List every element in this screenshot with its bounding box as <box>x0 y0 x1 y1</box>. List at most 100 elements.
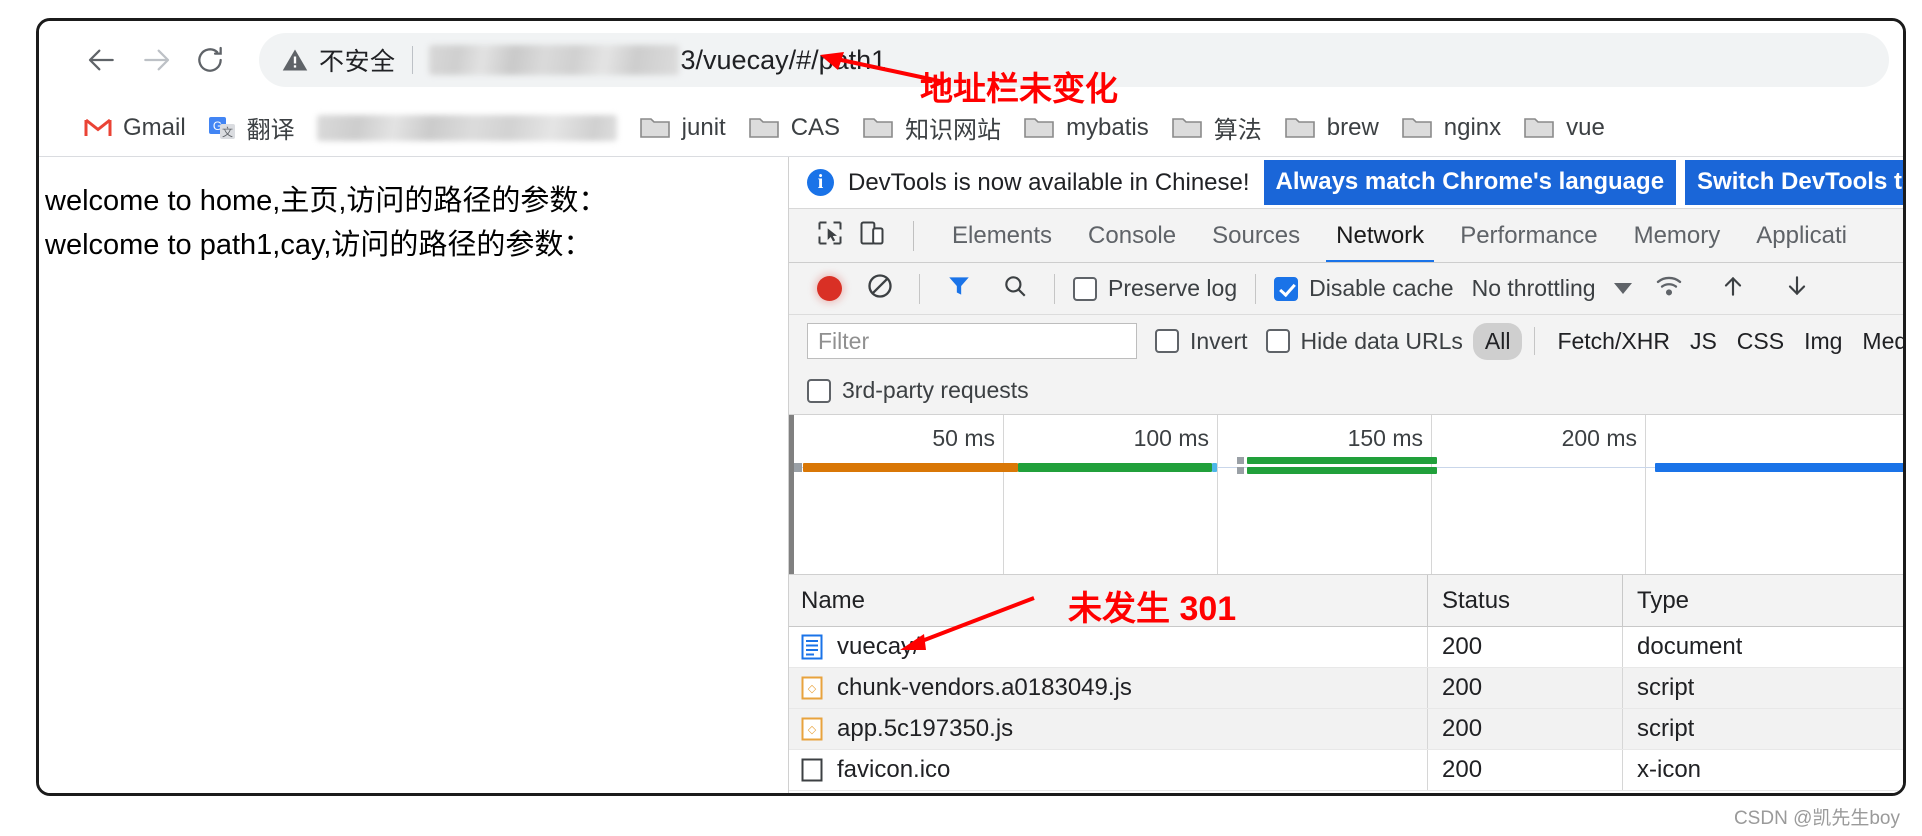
inspect-element-button[interactable] <box>809 215 851 257</box>
network-toolbar: Preserve log Disable cache No throttling <box>789 263 1903 315</box>
address-bar[interactable]: 不安全 3/vuecay/#/path1 <box>259 33 1889 87</box>
back-button[interactable] <box>75 33 129 87</box>
third-party-requests-checkbox[interactable] <box>807 378 831 403</box>
redacted-bookmark-label <box>316 114 617 141</box>
throttling-label[interactable]: No throttling <box>1472 275 1596 302</box>
column-header-type[interactable]: Type <box>1622 575 1903 626</box>
export-har-button[interactable] <box>1776 268 1818 310</box>
bookmark-translate[interactable]: G 文 翻译 <box>197 105 306 150</box>
disable-cache-checkbox[interactable] <box>1274 276 1299 301</box>
folder-icon <box>1523 115 1555 141</box>
overview-bar-cap <box>1237 457 1244 464</box>
bookmark-cas[interactable]: CAS <box>737 109 851 147</box>
bookmark-gmail[interactable]: Gmail <box>73 109 197 147</box>
table-header-row: Name Status Type <box>789 575 1903 627</box>
search-icon <box>1002 273 1028 304</box>
cell-name: vuecay/ <box>789 633 1427 661</box>
bookmark-brew[interactable]: brew <box>1273 109 1390 147</box>
record-stop-icon[interactable] <box>817 276 842 301</box>
watermark: CSDN @凯先生boy <box>1733 808 1900 829</box>
hide-data-urls-checkbox[interactable] <box>1265 329 1290 353</box>
bookmark-algorithms[interactable]: 算法 <box>1160 105 1273 150</box>
bookmark-knowledge-sites[interactable]: 知识网站 <box>851 105 1012 150</box>
request-status: 200 <box>1442 633 1483 660</box>
cell-name: ◇ app.5c197350.js <box>789 715 1427 743</box>
page-text-line-1: welcome to home,主页,访问的路径的参数： <box>45 185 608 217</box>
toggle-filter-button[interactable] <box>938 268 980 310</box>
disable-cache-label: Disable cache <box>1309 275 1454 301</box>
always-match-language-button[interactable]: Always match Chrome's language <box>1263 160 1677 205</box>
filter-type-media[interactable]: Media <box>1852 323 1903 360</box>
switch-devtools-language-button[interactable]: Switch DevTools to Chi <box>1685 160 1903 205</box>
filter-type-fetch-xhr[interactable]: Fetch/XHR <box>1547 323 1679 360</box>
tab-performance[interactable]: Performance <box>1442 210 1615 262</box>
table-row[interactable]: ◇ chunk-vendors.a0183049.js 200 script <box>789 668 1903 709</box>
chevron-down-icon[interactable] <box>1613 283 1632 294</box>
cell-status: 200 <box>1427 750 1622 790</box>
bookmark-junit[interactable]: junit <box>628 109 737 147</box>
request-status: 200 <box>1442 756 1483 783</box>
back-arrow-icon <box>86 44 118 76</box>
request-type: script <box>1637 674 1695 701</box>
tab-elements[interactable]: Elements <box>934 210 1070 262</box>
request-status: 200 <box>1442 715 1483 742</box>
filter-type-js[interactable]: JS <box>1680 323 1727 360</box>
preserve-log-checkbox[interactable] <box>1073 276 1097 301</box>
overview-tick-150ms: 150 ms <box>1347 425 1423 451</box>
bookmark-label: junit <box>681 113 726 141</box>
filter-type-img[interactable]: Img <box>1794 323 1852 360</box>
svg-text:◇: ◇ <box>808 683 817 695</box>
toolbar-divider <box>1054 273 1055 304</box>
bookmark-redacted[interactable] <box>306 110 628 146</box>
tab-sources[interactable]: Sources <box>1194 210 1318 262</box>
filter-input[interactable]: Filter <box>807 323 1137 359</box>
device-toolbar-icon <box>858 219 886 252</box>
clear-network-log-button[interactable] <box>859 268 901 310</box>
bookmark-vue[interactable]: vue <box>1512 109 1616 147</box>
table-row[interactable]: ◇ app.5c197350.js 200 script <box>789 709 1903 750</box>
forward-button[interactable] <box>129 33 183 87</box>
bookmark-label: 知识网站 <box>905 117 1002 144</box>
hide-data-urls-label: Hide data URLs <box>1300 327 1463 354</box>
bookmark-label: Gmail <box>123 113 186 141</box>
bookmark-mybatis[interactable]: mybatis <box>1012 109 1160 147</box>
omnibox-divider <box>411 46 413 74</box>
svg-text:文: 文 <box>222 125 233 139</box>
search-requests-button[interactable] <box>994 268 1036 310</box>
bookmark-label: brew <box>1326 113 1379 141</box>
column-header-name[interactable]: Name <box>789 587 1427 615</box>
column-header-status[interactable]: Status <box>1427 575 1622 626</box>
cell-name: favicon.ico <box>789 756 1427 784</box>
bookmark-nginx[interactable]: nginx <box>1390 109 1512 147</box>
devtools-panel: i DevTools is now available in Chinese! … <box>789 157 1903 793</box>
screenshot-root: 不安全 3/vuecay/#/path1 Gmail G 文 翻译 junit … <box>0 0 1922 836</box>
filter-type-css[interactable]: CSS <box>1727 323 1794 360</box>
overview-gridline <box>1645 415 1646 574</box>
network-filter-bar: Filter Invert Hide data URLs All Fetch/X… <box>789 315 1903 367</box>
cell-status: 200 <box>1427 627 1622 667</box>
redacted-url-host <box>428 45 679 75</box>
tab-memory[interactable]: Memory <box>1616 210 1739 262</box>
devtools-tab-bar: Elements Console Sources Network Perform… <box>789 209 1903 263</box>
table-row[interactable]: vuecay/ 200 document <box>789 627 1903 668</box>
import-har-button[interactable] <box>1712 268 1754 310</box>
filter-type-all[interactable]: All <box>1472 322 1523 360</box>
bookmark-label: 翻译 <box>246 117 295 144</box>
table-row[interactable]: favicon.ico 200 x-icon <box>789 750 1903 791</box>
toggle-device-toolbar-button[interactable] <box>851 215 893 257</box>
network-conditions-button[interactable] <box>1648 268 1690 310</box>
tab-network[interactable]: Network <box>1318 210 1442 262</box>
generic-file-icon <box>801 757 823 783</box>
request-type: script <box>1637 715 1695 742</box>
tab-application[interactable]: Applicati <box>1738 210 1865 262</box>
bookmark-label: 算法 <box>1213 117 1262 144</box>
tab-console[interactable]: Console <box>1070 210 1194 262</box>
preserve-log-label: Preserve log <box>1108 275 1238 301</box>
folder-icon <box>1401 115 1433 141</box>
invert-checkbox[interactable] <box>1155 329 1179 353</box>
network-overview-timeline[interactable]: 50 ms 100 ms 150 ms 200 ms <box>789 415 1903 575</box>
reload-button[interactable] <box>183 33 237 87</box>
forward-arrow-icon <box>140 44 172 76</box>
third-party-requests-row: 3rd-party requests <box>789 367 1903 415</box>
reload-icon <box>194 44 226 76</box>
